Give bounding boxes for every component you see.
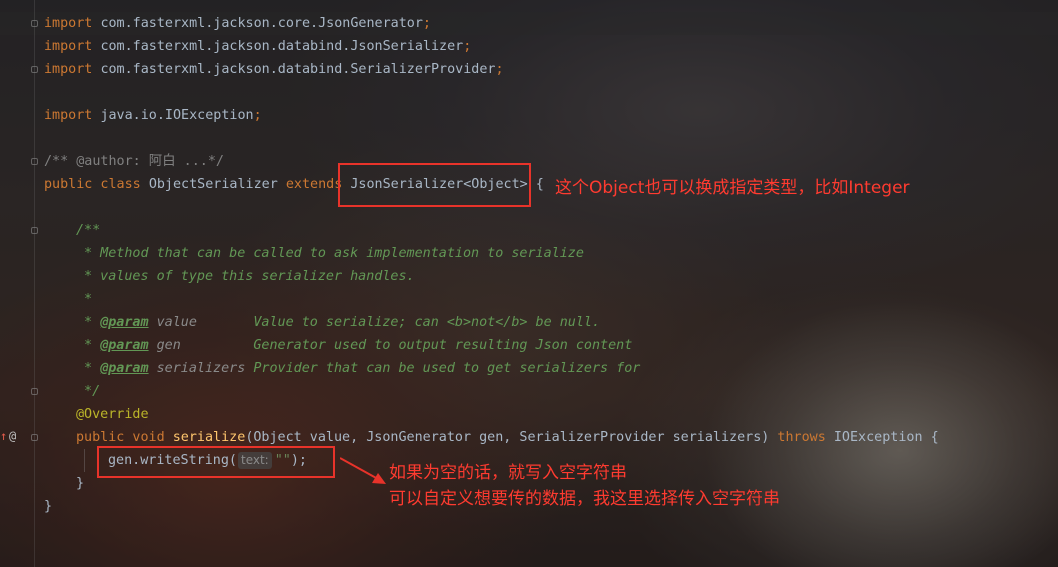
class-name: ObjectSerializer [148, 177, 286, 192]
param-tag: @param [100, 315, 149, 330]
annotation-icon[interactable]: @ [9, 429, 16, 443]
javadoc-open: /** [76, 223, 101, 238]
param-tag: @param [100, 361, 149, 376]
param-name: value [148, 315, 254, 330]
class-close-brace: } [44, 499, 53, 514]
fold-marker[interactable] [31, 66, 38, 73]
author-comment: /** @author: 阿白 ...*/ [44, 154, 224, 169]
highlight-box-super-type [338, 163, 531, 207]
annotation-note-empty-string: 如果为空的话，就写入空字符串 [389, 463, 627, 483]
semicolon: ; [253, 108, 262, 123]
code-line-import-1: import com.fasterxml.jackson.core.JsonGe… [44, 12, 431, 35]
import-path: com.fasterxml.jackson.databind.JsonSeria… [100, 39, 464, 54]
fold-marker[interactable] [31, 158, 38, 165]
annotation-note-object-type: 这个Object也可以换成指定类型，比如Integer [555, 178, 910, 198]
javadoc-star: * [76, 361, 101, 376]
javadoc-line: * [76, 292, 93, 307]
fold-marker[interactable] [31, 227, 38, 234]
override-arrow-icon[interactable]: ↑ [0, 429, 7, 443]
javadoc-close: */ [76, 384, 101, 399]
class-modifiers: public class [44, 177, 149, 192]
import-path: com.fasterxml.jackson.databind.Serialize… [100, 62, 496, 77]
param-desc: Value to serialize; can <b>not</b> be nu… [253, 315, 601, 330]
javadoc-param-gen: * @param gen Generator used to output re… [76, 334, 632, 357]
method-close-brace: } [76, 476, 85, 491]
method-modifiers: public void [76, 430, 173, 445]
keyword: import [44, 16, 93, 31]
code-line-import-2: import com.fasterxml.jackson.databind.Js… [44, 35, 471, 58]
annotation-arrow-icon [340, 457, 386, 484]
annotation-note-custom-data: 可以自定义想要传的数据，我这里选择传入空字符串 [389, 489, 780, 509]
param-name: serializers [148, 361, 254, 376]
code-line-import-3: import com.fasterxml.jackson.databind.Se… [44, 58, 504, 81]
javadoc-star: * [76, 315, 101, 330]
semicolon: ; [463, 39, 472, 54]
javadoc-line: * Method that can be called to ask imple… [76, 246, 584, 261]
highlight-box-write-string [97, 446, 335, 478]
import-path: com.fasterxml.jackson.core.JsonGenerator [100, 16, 423, 31]
param-desc: Generator used to output resulting Json … [253, 338, 633, 353]
method-exception: IOException { [833, 430, 939, 445]
fold-marker[interactable] [31, 388, 38, 395]
import-path: java.io.IOException [100, 108, 254, 123]
fold-marker[interactable] [31, 434, 38, 441]
keyword: import [44, 108, 93, 123]
param-name: gen [148, 338, 254, 353]
method-name: serialize [172, 430, 246, 445]
keyword: import [44, 39, 93, 54]
indent-guide [84, 449, 85, 472]
semicolon: ; [422, 16, 431, 31]
semicolon: ; [495, 62, 504, 77]
keyword: import [44, 62, 93, 77]
code-line-import-4: import java.io.IOException; [44, 104, 262, 127]
method-params: (Object value, JsonGenerator gen, Serial… [245, 430, 778, 445]
javadoc-line: * values of type this serializer handles… [76, 269, 415, 284]
param-desc: Provider that can be used to get seriali… [253, 361, 641, 376]
javadoc-param-serializers: * @param serializers Provider that can b… [76, 357, 640, 380]
javadoc-star: * [76, 338, 101, 353]
param-tag: @param [100, 338, 149, 353]
override-annotation: @Override [76, 407, 149, 422]
javadoc-param-value: * @param value Value to serialize; can <… [76, 311, 600, 334]
throws-keyword: throws [777, 430, 834, 445]
fold-marker[interactable] [31, 20, 38, 27]
